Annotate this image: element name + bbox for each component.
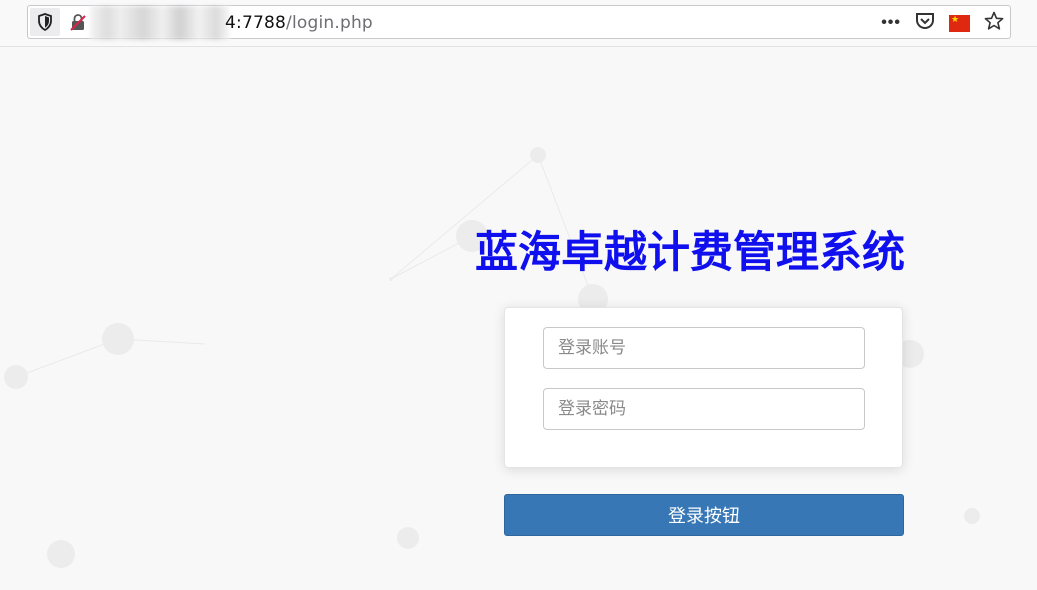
account-input[interactable]: [543, 327, 865, 369]
login-button[interactable]: 登录按钮: [504, 494, 904, 536]
url-path: /login.php: [286, 13, 373, 33]
more-icon[interactable]: •••: [881, 14, 901, 32]
password-input[interactable]: [543, 388, 865, 430]
browser-toolbar: 4:7788/login.php ••• ★: [0, 0, 1037, 47]
shield-icon[interactable]: [30, 8, 60, 36]
url-host-redacted: [90, 6, 230, 40]
login-form: [504, 307, 903, 468]
flag-icon[interactable]: ★: [949, 14, 970, 32]
url-text[interactable]: 4:7788/login.php: [225, 13, 373, 33]
pocket-icon[interactable]: [915, 12, 935, 35]
lock-icon[interactable]: [70, 13, 86, 31]
url-host-tail: 4:7788: [225, 13, 287, 33]
address-bar-actions: ••• ★: [881, 10, 1004, 36]
address-bar[interactable]: 4:7788/login.php ••• ★: [27, 5, 1011, 40]
star-icon[interactable]: [984, 11, 1004, 36]
page-title: 蓝海卓越计费管理系统: [475, 228, 905, 278]
